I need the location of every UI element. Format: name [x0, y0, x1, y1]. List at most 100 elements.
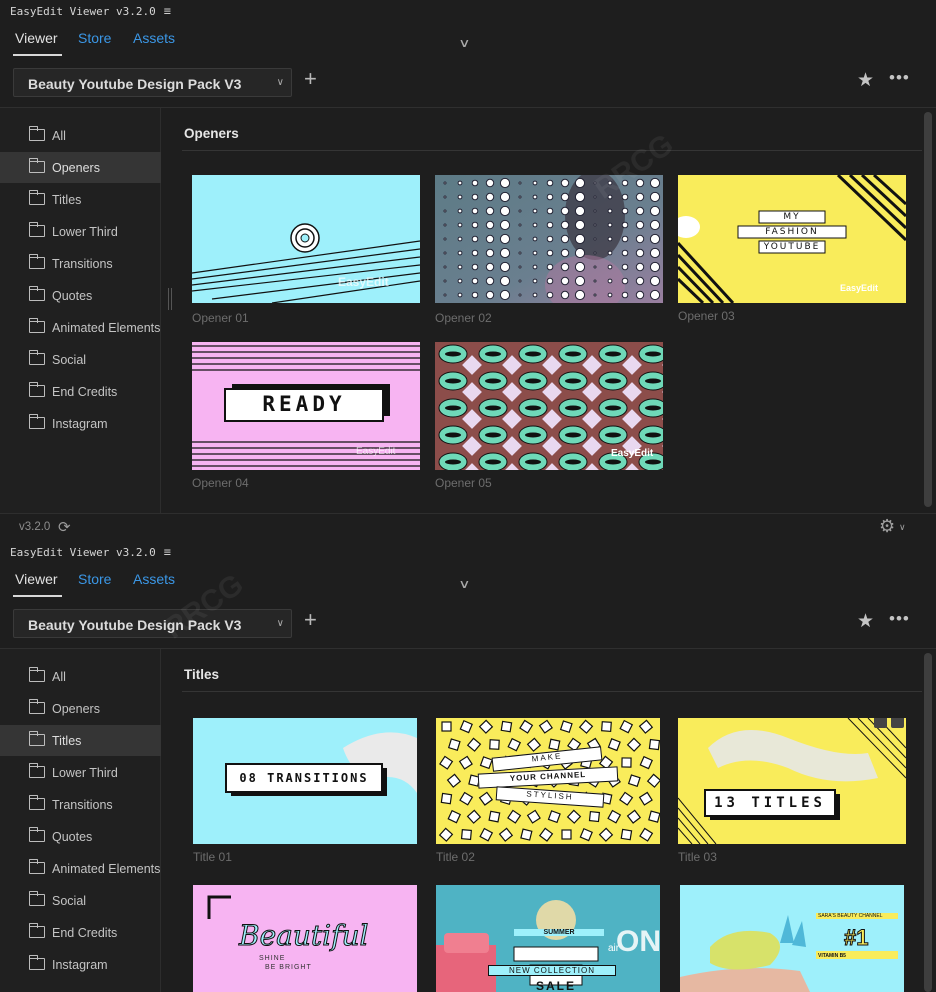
- folder-icon: [28, 286, 45, 301]
- thumb-watermark: EasyEdit: [611, 448, 654, 459]
- sidebar-item-label: Quotes: [52, 289, 93, 303]
- category-sidebar: All Openers Titles Lower Third Transitio…: [0, 649, 161, 992]
- pack-name: Beauty Youtube Design Pack V3: [28, 617, 242, 633]
- folder-icon: [28, 731, 45, 746]
- sidebar-item-label: Lower Third: [52, 225, 118, 239]
- tab-viewer[interactable]: Viewer: [13, 30, 62, 56]
- folder-icon: [28, 955, 45, 970]
- thumb-text: NEW COLLECTION: [488, 965, 616, 976]
- thumbnail-title-05[interactable]: SUMMER NEW COLLECTION SALE air ON: [436, 885, 660, 992]
- tab-store[interactable]: Store: [78, 30, 111, 46]
- sidebar-item-label: Animated Elements: [52, 862, 161, 876]
- sidebar-item-quotes[interactable]: Quotes: [0, 280, 161, 311]
- more-options-icon[interactable]: •••: [889, 609, 910, 629]
- sidebar-item-label: Lower Third: [52, 766, 118, 780]
- folder-icon: [28, 763, 45, 778]
- toolbar: Beauty Youtube Design Pack V3 ∨ + ★ •••: [0, 605, 936, 645]
- sidebar-item-label: All: [52, 129, 66, 143]
- thumb-watermark: EasyEdit: [356, 446, 396, 457]
- divider: [182, 150, 922, 151]
- sidebar-item-end-credits[interactable]: End Credits: [0, 917, 161, 948]
- title-bar: EasyEdit Viewer v3.2.0 ≡: [0, 0, 936, 22]
- sidebar-item-label: Instagram: [52, 958, 108, 972]
- sidebar-item-lower-third[interactable]: Lower Third: [0, 757, 161, 788]
- sidebar-item-instagram[interactable]: Instagram: [0, 408, 161, 439]
- status-bar: v3.2.0 ⟳ ⚙ ∨: [0, 513, 936, 541]
- hamburger-menu-icon[interactable]: ≡: [164, 4, 171, 18]
- more-options-icon[interactable]: •••: [889, 68, 910, 88]
- favorite-star-icon[interactable]: ★: [857, 69, 874, 92]
- thumb-text: READY: [262, 392, 346, 416]
- sidebar-item-label: Titles: [52, 193, 82, 207]
- folder-icon: [28, 795, 45, 810]
- thumbnail-title-03[interactable]: 13 TITLES: [678, 718, 906, 844]
- chevron-down-icon[interactable]: ∨: [458, 36, 470, 50]
- sidebar-item-all[interactable]: All: [0, 661, 161, 692]
- hamburger-menu-icon[interactable]: ≡: [164, 545, 171, 559]
- thumbnail-opener-03[interactable]: MY FASHION YOUTUBE EasyEdit: [678, 175, 906, 303]
- thumb-watermark: EasyEdit: [840, 283, 879, 293]
- pack-select[interactable]: Beauty Youtube Design Pack V3 ∨: [13, 68, 292, 97]
- thumb-text: SUMMER: [514, 929, 604, 936]
- thumbnail-title-01[interactable]: 08 TRANSITIONS: [193, 718, 417, 844]
- chevron-down-icon[interactable]: ∨: [899, 522, 906, 533]
- folder-icon: [28, 859, 45, 874]
- viewer-panel-bottom: EasyEdit Viewer v3.2.0 ≡ Viewer Store As…: [0, 541, 936, 992]
- sidebar-item-animated-elements[interactable]: Animated Elements: [0, 853, 161, 884]
- sidebar-item-titles[interactable]: Titles: [0, 184, 161, 215]
- thumbnail-label: Opener 03: [678, 309, 735, 323]
- folder-icon: [28, 382, 45, 397]
- sidebar-item-all[interactable]: All: [0, 120, 161, 151]
- thumb-text: #1: [843, 925, 869, 951]
- thumb-text: BE BRIGHT: [265, 964, 312, 971]
- settings-gear-icon[interactable]: ⚙: [879, 516, 895, 537]
- thumbnail-label: Opener 01: [192, 311, 249, 325]
- thumbnail-opener-04[interactable]: READY EasyEdit: [192, 342, 420, 470]
- add-button[interactable]: +: [304, 66, 317, 92]
- sidebar-item-transitions[interactable]: Transitions: [0, 248, 161, 279]
- thumbnail-label: Title 03: [678, 850, 717, 864]
- app-title: EasyEdit Viewer v3.2.0: [10, 4, 156, 18]
- chevron-down-icon[interactable]: ∨: [458, 577, 470, 591]
- thumb-text: SALE: [535, 979, 576, 992]
- thumbnail-title-02[interactable]: MAKE YOUR CHANNEL STYLISH: [436, 718, 660, 844]
- tab-viewer[interactable]: Viewer: [13, 571, 62, 597]
- thumbnail-title-04[interactable]: Beautiful SHINE BE BRIGHT: [193, 885, 417, 992]
- folder-icon: [28, 699, 45, 714]
- sidebar-item-quotes[interactable]: Quotes: [0, 821, 161, 852]
- thumb-text: FASHION: [765, 227, 819, 237]
- thumbnail-opener-02[interactable]: [435, 175, 663, 303]
- sidebar-item-end-credits[interactable]: End Credits: [0, 376, 161, 407]
- sidebar-item-social[interactable]: Social: [0, 344, 161, 375]
- tab-assets[interactable]: Assets: [133, 571, 175, 587]
- chevron-down-icon: ∨: [276, 77, 284, 88]
- tab-assets[interactable]: Assets: [133, 30, 175, 46]
- thumbnail-label: Title 01: [193, 850, 232, 864]
- sidebar-item-instagram[interactable]: Instagram: [0, 949, 161, 980]
- sidebar-item-titles[interactable]: Titles: [0, 725, 161, 756]
- thumbnail-opener-01[interactable]: EasyEdit: [192, 175, 420, 303]
- add-button[interactable]: +: [304, 607, 317, 633]
- refresh-icon[interactable]: ⟳: [58, 518, 71, 536]
- sidebar-item-label: Openers: [52, 161, 100, 175]
- sidebar-item-openers[interactable]: Openers: [0, 152, 161, 183]
- thumbnail-opener-05[interactable]: EasyEdit: [435, 342, 663, 470]
- sidebar-item-lower-third[interactable]: Lower Third: [0, 216, 161, 247]
- thumbnail-title-06[interactable]: SARA'S BEAUTY CHANNEL #1 VITAMIN B5: [680, 885, 904, 992]
- folder-icon: [28, 350, 45, 365]
- scrollbar[interactable]: [924, 653, 932, 992]
- pack-select[interactable]: Beauty Youtube Design Pack V3 ∨: [13, 609, 292, 638]
- sidebar-item-social[interactable]: Social: [0, 885, 161, 916]
- tab-store[interactable]: Store: [78, 571, 111, 587]
- favorite-star-icon[interactable]: ★: [857, 610, 874, 633]
- sidebar-item-label: Quotes: [52, 830, 93, 844]
- sidebar-item-openers[interactable]: Openers: [0, 693, 161, 724]
- folder-icon: [28, 222, 45, 237]
- thumb-text: VITAMIN B5: [818, 953, 846, 959]
- scrollbar[interactable]: [924, 112, 932, 507]
- sidebar-item-transitions[interactable]: Transitions: [0, 789, 161, 820]
- folder-icon: [28, 190, 45, 205]
- sidebar-item-label: Openers: [52, 702, 100, 716]
- sidebar-item-animated-elements[interactable]: Animated Elements: [0, 312, 161, 343]
- app-title: EasyEdit Viewer v3.2.0: [10, 545, 156, 559]
